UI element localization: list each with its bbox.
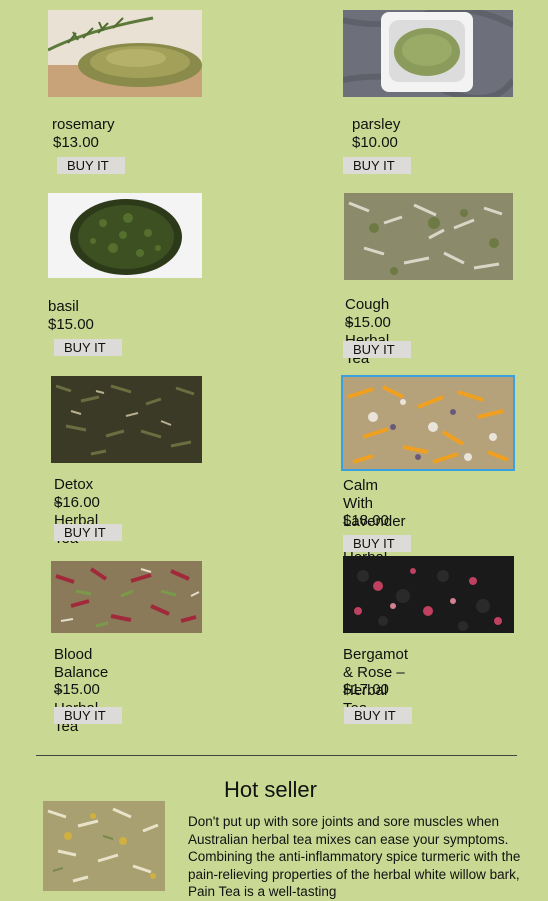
buy-button-rosemary[interactable]: BUY IT xyxy=(57,157,125,174)
product-price: $17.00 xyxy=(343,681,389,698)
buy-button-cough-tea[interactable]: BUY IT xyxy=(343,341,411,358)
product-name[interactable]: parsley xyxy=(352,116,400,134)
product-price: $16.00 xyxy=(54,494,100,511)
product-name[interactable]: rosemary xyxy=(52,116,115,134)
hot-seller-image[interactable] xyxy=(43,801,165,891)
product-image-blood-balance-tea[interactable] xyxy=(51,561,202,633)
buy-button-bergamot-rose-tea[interactable]: BUY IT xyxy=(344,707,412,724)
product-image-detox-tea[interactable] xyxy=(51,376,202,463)
buy-button-basil[interactable]: BUY IT xyxy=(54,339,122,356)
product-price: $15.00 xyxy=(54,681,100,698)
product-price: $10.00 xyxy=(352,134,398,151)
product-image-calm-tea[interactable] xyxy=(341,375,515,471)
product-image-parsley[interactable] xyxy=(343,10,513,97)
product-price: $15.00 xyxy=(345,314,391,331)
buy-button-blood-balance-tea[interactable]: BUY IT xyxy=(54,707,122,724)
hot-seller-heading: Hot seller xyxy=(224,777,317,802)
product-image-basil[interactable] xyxy=(48,193,202,278)
section-divider xyxy=(36,755,517,756)
buy-button-detox-tea[interactable]: BUY IT xyxy=(54,524,122,541)
product-image-cough-tea[interactable] xyxy=(344,193,513,280)
product-image-bergamot-rose-tea[interactable] xyxy=(343,556,514,633)
product-price: $15.00 xyxy=(48,316,94,333)
buy-button-parsley[interactable]: BUY IT xyxy=(343,157,411,174)
product-price: $18.00 xyxy=(343,512,389,529)
product-name[interactable]: basil xyxy=(48,298,79,316)
product-image-rosemary[interactable] xyxy=(48,10,202,97)
buy-button-calm-tea[interactable]: BUY IT xyxy=(343,535,411,552)
product-price: $13.00 xyxy=(53,134,99,151)
hot-seller-description: Don't put up with sore joints and sore m… xyxy=(188,814,521,899)
